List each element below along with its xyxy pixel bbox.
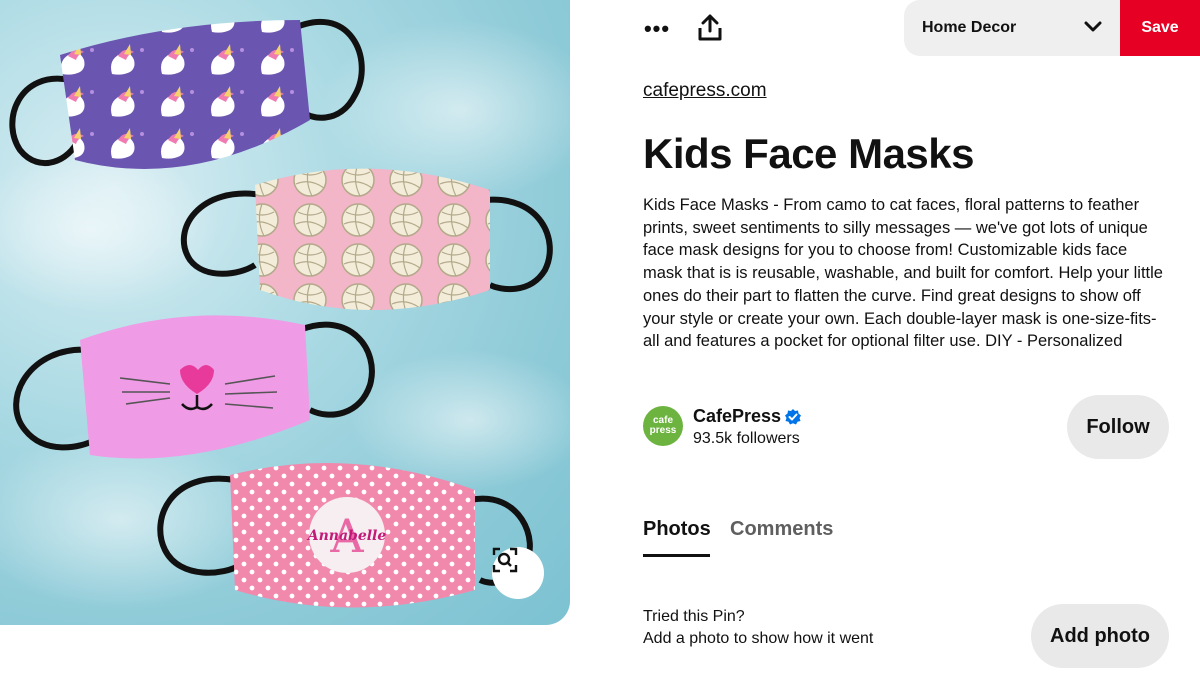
visual-search-button[interactable] xyxy=(492,547,544,599)
share-button[interactable] xyxy=(692,10,728,46)
follower-count: 93.5k followers xyxy=(693,430,800,447)
board-selector[interactable]: Home Decor xyxy=(904,0,1120,56)
pin-title: Kids Face Masks xyxy=(643,130,975,177)
content-tabs: Photos Comments xyxy=(643,518,943,560)
tab-comments[interactable]: Comments xyxy=(730,518,833,541)
pin-image[interactable]: A Annabelle xyxy=(0,0,570,625)
tried-pin-question: Tried this Pin? xyxy=(643,608,745,625)
add-photo-button[interactable]: Add photo xyxy=(1031,604,1169,668)
save-button[interactable]: Save xyxy=(1120,0,1200,56)
share-icon xyxy=(698,14,722,41)
source-link[interactable]: cafepress.com xyxy=(643,80,767,102)
more-options-button[interactable]: ••• xyxy=(640,12,674,46)
pin-action-bar: ••• Home Decor Save xyxy=(640,0,1200,58)
creator-info: cafe press CafePress 93.5k followers xyxy=(643,404,1043,452)
tab-photos[interactable]: Photos xyxy=(643,518,711,541)
more-icon: ••• xyxy=(643,16,671,41)
tried-pin-hint: Add a photo to show how it went xyxy=(643,630,874,647)
pin-description: Kids Face Masks - From camo to cat faces… xyxy=(643,196,1163,351)
verified-icon xyxy=(785,409,801,425)
board-name: Home Decor xyxy=(922,19,1017,36)
chevron-down-icon xyxy=(1084,21,1102,32)
masks-illustration: A Annabelle xyxy=(0,18,570,610)
monogram-name: Annabelle xyxy=(306,528,387,544)
avatar-text-bottom: press xyxy=(649,425,677,436)
unicorn-mask xyxy=(9,18,365,169)
active-tab-indicator xyxy=(643,554,710,557)
tried-pin-prompt: Tried this Pin? Add a photo to show how … xyxy=(643,606,873,650)
follow-button[interactable]: Follow xyxy=(1067,395,1169,459)
creator-avatar[interactable]: cafe press xyxy=(643,406,683,446)
creator-name[interactable]: CafePress xyxy=(693,406,781,427)
visual-search-icon xyxy=(492,547,518,573)
